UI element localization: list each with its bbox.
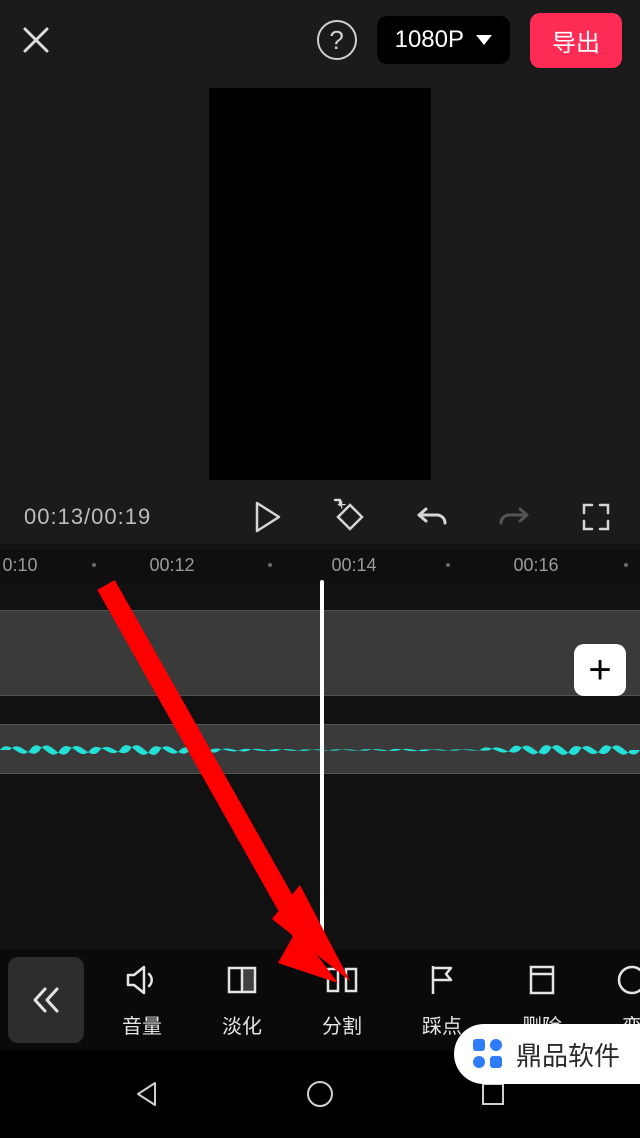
chevrons-left-icon xyxy=(29,983,63,1017)
plus-icon: + xyxy=(588,648,611,693)
ruler-tick: 0:10 xyxy=(2,555,37,576)
play-button[interactable] xyxy=(248,497,288,537)
resolution-label: 1080P xyxy=(395,26,464,54)
tool-label: 音量 xyxy=(122,1010,162,1039)
speaker-icon xyxy=(124,962,160,998)
svg-text:+: + xyxy=(337,497,346,514)
circle-icon xyxy=(614,962,640,998)
triangle-back-icon xyxy=(133,1080,161,1108)
playhead[interactable] xyxy=(320,580,324,950)
resolution-selector[interactable]: 1080P xyxy=(377,16,510,64)
ruler-dot xyxy=(268,563,272,567)
timeline[interactable]: + xyxy=(0,580,640,950)
preview-area xyxy=(0,80,640,490)
export-button[interactable]: 导出 xyxy=(530,13,622,68)
ruler-dot xyxy=(446,563,450,567)
fade-icon xyxy=(224,962,260,998)
square-recent-icon xyxy=(480,1081,506,1107)
keyframe-button[interactable]: + xyxy=(330,497,370,537)
timeline-ruler[interactable]: 0:10 00:12 00:14 00:16 xyxy=(0,550,640,580)
nav-back-button[interactable] xyxy=(122,1069,172,1119)
tool-volume[interactable]: 音量 xyxy=(92,962,192,1039)
ruler-dot xyxy=(92,563,96,567)
fullscreen-button[interactable] xyxy=(576,497,616,537)
tool-label: 淡化 xyxy=(222,1010,262,1039)
ruler-tick: 00:14 xyxy=(331,555,376,576)
close-button[interactable] xyxy=(18,22,54,58)
playback-controls: 00:13/00:19 + xyxy=(0,490,640,544)
add-clip-button[interactable]: + xyxy=(574,644,626,696)
delete-icon xyxy=(524,962,560,998)
tool-split[interactable]: 分割 xyxy=(292,962,392,1039)
timecode: 00:13/00:19 xyxy=(24,504,151,530)
collapse-tools-button[interactable] xyxy=(8,957,84,1043)
nav-home-button[interactable] xyxy=(295,1069,345,1119)
tool-label: 分割 xyxy=(322,1010,362,1039)
undo-button[interactable] xyxy=(412,497,452,537)
ruler-tick: 00:16 xyxy=(513,555,558,576)
watermark-text: 鼎品软件 xyxy=(516,1036,620,1073)
ruler-dot xyxy=(624,563,628,567)
tool-fade[interactable]: 淡化 xyxy=(192,962,292,1039)
redo-button[interactable] xyxy=(494,497,534,537)
video-preview[interactable] xyxy=(209,88,431,480)
flag-icon xyxy=(424,962,460,998)
circle-home-icon xyxy=(305,1079,335,1109)
split-icon xyxy=(324,962,360,998)
chevron-down-icon xyxy=(476,35,492,45)
question-mark-icon: ? xyxy=(329,25,343,56)
tool-label: 踩点 xyxy=(422,1010,462,1039)
watermark-badge: 鼎品软件 xyxy=(454,1024,640,1084)
watermark-logo-icon xyxy=(470,1036,506,1072)
help-button[interactable]: ? xyxy=(317,20,357,60)
ruler-tick: 00:12 xyxy=(149,555,194,576)
